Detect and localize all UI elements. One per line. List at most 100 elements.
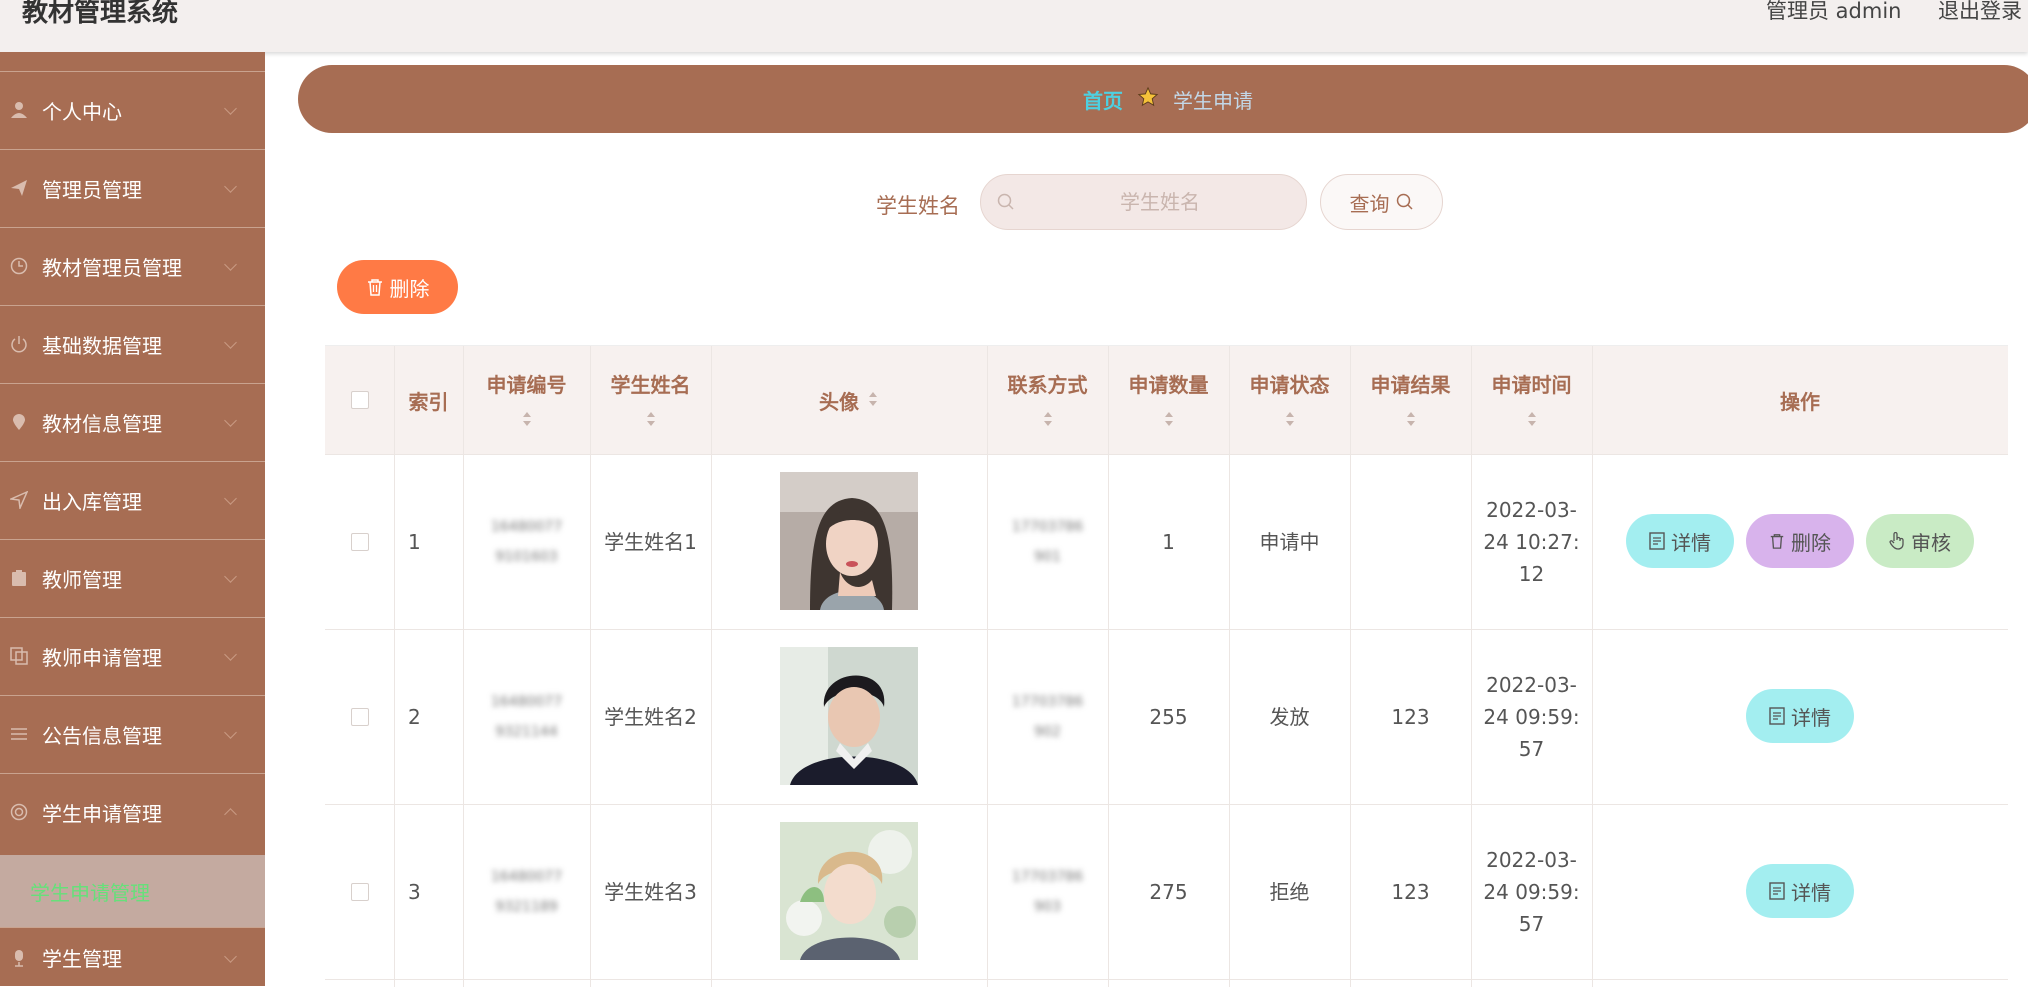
sidebar-item-notice[interactable]: 公告信息管理 bbox=[0, 695, 265, 772]
sidebar-item-label: 教材信息管理 bbox=[42, 411, 162, 436]
logout-link[interactable]: 退出登录 bbox=[1938, 0, 2022, 22]
sort-icon[interactable] bbox=[645, 408, 657, 432]
breadcrumb-home[interactable]: 首页 bbox=[1083, 85, 1123, 114]
header-status-label: 申请状态 bbox=[1249, 372, 1330, 397]
sidebar-item-label: 学生申请管理 bbox=[42, 801, 162, 826]
star-icon bbox=[1137, 86, 1159, 113]
row-checkbox[interactable] bbox=[350, 882, 369, 901]
detail-button[interactable]: 详情 bbox=[1746, 864, 1854, 918]
cell-time: 2022-03- 24 09:59: 57 bbox=[1471, 804, 1592, 979]
cell-contact: 17703786 901 bbox=[987, 454, 1108, 629]
sort-icon[interactable] bbox=[867, 388, 879, 412]
student-name-input[interactable] bbox=[1025, 175, 1295, 229]
avatar-image bbox=[780, 822, 918, 960]
trash-icon bbox=[1770, 534, 1784, 549]
cell-quantity: 1 bbox=[1162, 529, 1175, 554]
avatar-image bbox=[780, 647, 918, 785]
detail-label: 详情 bbox=[1791, 880, 1831, 905]
cell-student-name: 学生姓名2 bbox=[604, 704, 697, 729]
sidebar-item-student[interactable]: 学生管理 bbox=[0, 927, 265, 987]
sidebar-item-label: 个人中心 bbox=[42, 99, 122, 124]
send-icon bbox=[10, 179, 28, 197]
time-part: 24 10:27: bbox=[1483, 529, 1580, 554]
avatar-image bbox=[780, 472, 918, 610]
row-select bbox=[325, 804, 394, 979]
chevron-down-icon bbox=[224, 726, 237, 739]
apply-no-part: 16480077 bbox=[490, 518, 563, 535]
header-ops-label: 操作 bbox=[1780, 389, 1820, 414]
cell-index: 1 bbox=[408, 529, 421, 554]
cell-quantity: 275 bbox=[1149, 879, 1188, 904]
sliders-icon bbox=[10, 725, 28, 743]
contact-part: 902 bbox=[1034, 723, 1061, 740]
sidebar-item-admin[interactable]: 管理员管理 bbox=[0, 149, 265, 226]
detail-button[interactable]: 详情 bbox=[1626, 514, 1734, 568]
cell-apply-no: 16480077 9321144 bbox=[463, 629, 590, 804]
sidebar-item-label: 出入库管理 bbox=[42, 489, 142, 514]
contact-part: 901 bbox=[1034, 548, 1061, 565]
header-status[interactable]: 申请状态 bbox=[1229, 346, 1350, 454]
row-checkbox[interactable] bbox=[350, 707, 369, 726]
submenu-student-apply-manage[interactable]: 学生申请管理 bbox=[0, 855, 265, 927]
sidebar-item-personal-center[interactable]: 个人中心 bbox=[0, 71, 265, 148]
sidebar-item-label: 基础数据管理 bbox=[42, 333, 162, 358]
cell-apply-no: 16480077 9101603 bbox=[463, 454, 590, 629]
top-bar: 教材管理系统 管理员 admin 退出登录 bbox=[0, 0, 2028, 52]
batch-delete-button[interactable]: 删除 bbox=[337, 260, 458, 314]
sidebar-item-textbook-admin[interactable]: 教材管理员管理 bbox=[0, 227, 265, 304]
row-checkbox[interactable] bbox=[350, 532, 369, 551]
header-time[interactable]: 申请时间 bbox=[1471, 346, 1592, 454]
cell-student-name: 学生姓名3 bbox=[604, 879, 697, 904]
delete-button[interactable]: 删除 bbox=[1746, 514, 1854, 568]
mic-icon bbox=[10, 949, 28, 967]
sidebar-item-label: 管理员管理 bbox=[42, 177, 142, 202]
sidebar-item-label: 教材管理员管理 bbox=[42, 255, 182, 280]
header-contact-label: 联系方式 bbox=[1007, 372, 1088, 397]
sort-icon[interactable] bbox=[1405, 408, 1417, 432]
sort-icon[interactable] bbox=[521, 408, 533, 432]
sort-icon[interactable] bbox=[1526, 408, 1538, 432]
header-avatar[interactable]: 头像 bbox=[711, 346, 987, 454]
sidebar-item-student-apply[interactable]: 学生申请管理 bbox=[0, 773, 265, 850]
time-part: 2022-03- bbox=[1486, 672, 1577, 697]
header-apply-no[interactable]: 申请编号 bbox=[463, 346, 590, 454]
sidebar-item-teacher[interactable]: 教师管理 bbox=[0, 539, 265, 616]
sort-icon[interactable] bbox=[1284, 408, 1296, 432]
circle-icon bbox=[10, 803, 28, 821]
sort-icon[interactable] bbox=[1163, 408, 1175, 432]
cell-apply-no: 16480077 9321189 bbox=[463, 804, 590, 979]
hand-pointer-icon bbox=[1889, 532, 1904, 550]
sidebar-item-stock[interactable]: 出入库管理 bbox=[0, 461, 265, 538]
sidebar-item-label: 教师申请管理 bbox=[42, 645, 162, 670]
sidebar-item-base-data[interactable]: 基础数据管理 bbox=[0, 305, 265, 382]
cell-index: 3 bbox=[408, 879, 421, 904]
header-quantity[interactable]: 申请数量 bbox=[1108, 346, 1229, 454]
header-student-name[interactable]: 学生姓名 bbox=[590, 346, 711, 454]
time-part: 24 09:59: bbox=[1483, 704, 1580, 729]
time-part: 2022-03- bbox=[1486, 497, 1577, 522]
sidebar-item-textbook-info[interactable]: 教材信息管理 bbox=[0, 383, 265, 460]
header-contact[interactable]: 联系方式 bbox=[987, 346, 1108, 454]
row-select bbox=[325, 454, 394, 629]
clock-icon bbox=[10, 257, 28, 275]
audit-label: 审核 bbox=[1911, 530, 1951, 555]
navigation-icon bbox=[10, 491, 28, 509]
sidebar-item-label: 公告信息管理 bbox=[42, 723, 162, 748]
sidebar-item-teacher-apply[interactable]: 教师申请管理 bbox=[0, 617, 265, 694]
query-button[interactable]: 查询 bbox=[1320, 174, 1443, 230]
detail-button[interactable]: 详情 bbox=[1746, 689, 1854, 743]
audit-button[interactable]: 审核 bbox=[1866, 514, 1974, 568]
row-select bbox=[325, 629, 394, 804]
select-all-checkbox[interactable] bbox=[350, 391, 369, 409]
header-index-label: 索引 bbox=[408, 389, 449, 414]
sort-icon[interactable] bbox=[1042, 408, 1054, 432]
header-result[interactable]: 申请结果 bbox=[1350, 346, 1471, 454]
sidebar-item-label: 教师管理 bbox=[42, 567, 122, 592]
contact-part: 903 bbox=[1034, 898, 1061, 915]
cell-time: 2022-03- 24 10:27: 12 bbox=[1471, 454, 1592, 629]
breadcrumb: 首页 学生申请 bbox=[298, 65, 2028, 133]
apply-table: 索引 申请编号 学生姓名 头像 联系方式 申请数量 申请状态 申请结果 申请时间… bbox=[325, 345, 2008, 987]
document-icon bbox=[1769, 707, 1785, 725]
chevron-up-icon bbox=[224, 808, 237, 821]
chevron-down-icon bbox=[224, 414, 237, 427]
